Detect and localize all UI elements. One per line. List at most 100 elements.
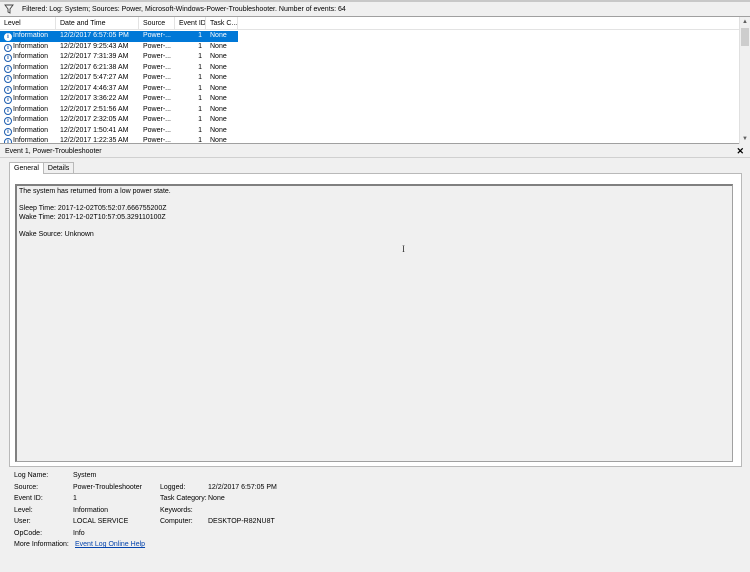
level-text: Information xyxy=(13,32,49,39)
table-row[interactable]: i Information 12/2/2017 9:25:43 AM Power-..… xyxy=(0,42,740,53)
opcode-value: Info xyxy=(73,529,85,537)
level-text: Information xyxy=(13,74,49,81)
close-icon[interactable]: ✕ xyxy=(736,145,744,158)
cell-event-id: 1 xyxy=(198,53,202,60)
information-icon: i xyxy=(4,43,12,52)
cell-event-id: 1 xyxy=(198,116,202,123)
cell-task-category: None xyxy=(210,95,227,102)
scroll-thumb[interactable] xyxy=(741,28,749,46)
cell-source: Power-... xyxy=(143,105,172,113)
cell-date-time: 12/2/2017 2:51:56 AM xyxy=(60,105,129,113)
cell-event-id: 1 xyxy=(175,31,206,42)
cell-level: i Information xyxy=(0,84,56,95)
information-icon: i xyxy=(4,138,12,143)
level-text: Information xyxy=(13,95,49,102)
cell-event-id: 1 xyxy=(198,95,202,102)
cell-level: i Information xyxy=(0,73,56,84)
cell-source: Power-... xyxy=(143,63,172,71)
text-cursor-icon: I xyxy=(402,244,405,254)
cell-event-id: 1 xyxy=(198,42,202,50)
cell-source: Power-... xyxy=(143,74,172,81)
column-header-date-time[interactable]: Date and Time xyxy=(56,17,139,29)
cell-event-id: 1 xyxy=(198,126,202,134)
scroll-down-icon[interactable]: ▼ xyxy=(740,134,750,144)
cell-date-time: 12/2/2017 6:21:38 AM xyxy=(60,63,129,71)
message-sleep-time: Sleep Time: 2017-12-02T05:52:07.66675520… xyxy=(19,205,167,212)
task-category-value: None xyxy=(208,495,225,502)
cell-date-time: 12/2/2017 9:25:43 AM xyxy=(60,42,129,50)
more-information-label: More Information: xyxy=(14,541,69,548)
cell-task-category: None xyxy=(210,116,227,123)
cell-level: i Information xyxy=(0,126,56,137)
cell-date-time: 12/2/2017 4:46:37 AM xyxy=(60,84,129,92)
information-icon: i xyxy=(4,106,12,115)
source-value: Power-Troubleshooter xyxy=(73,483,142,491)
cell-task-category: None xyxy=(210,63,227,71)
cell-source: Power-... xyxy=(143,42,172,50)
level-text: Information xyxy=(13,116,49,123)
table-row[interactable]: i Information 12/2/2017 1:22:35 AM Power-..… xyxy=(0,136,740,144)
tab-general[interactable]: General xyxy=(9,162,44,174)
level-label: Level: xyxy=(14,506,33,514)
column-header-event-id[interactable]: Event ID xyxy=(175,17,206,29)
column-header-source[interactable]: Source xyxy=(139,17,175,29)
cell-level: i Information xyxy=(0,94,56,105)
cell-task-category: None xyxy=(210,126,227,134)
message-wake-time: Wake Time: 2017-12-02T10:57:05.329110100… xyxy=(19,213,166,221)
cell-source: Power-... xyxy=(143,95,172,102)
table-row[interactable]: i Information 12/2/2017 5:47:27 AM Power-..… xyxy=(0,73,740,84)
logged-value: 12/2/2017 6:57:05 PM xyxy=(208,483,277,491)
information-icon: i xyxy=(4,64,12,73)
cell-task-category: None xyxy=(206,31,238,42)
cell-source: Power-... xyxy=(143,84,172,92)
level-text: Information xyxy=(13,42,49,50)
event-message-box[interactable]: The system has returned from a low power… xyxy=(15,184,733,462)
table-row[interactable]: i Information 12/2/2017 2:51:56 AM Power-..… xyxy=(0,105,740,116)
table-row[interactable]: i Information 12/2/2017 6:21:38 AM Power-..… xyxy=(0,63,740,74)
event-log-online-help-link[interactable]: Event Log Online Help xyxy=(75,540,145,549)
event-list-scrollbar[interactable]: ▲ ▼ xyxy=(739,17,750,144)
cell-task-category: None xyxy=(210,42,227,50)
level-text: Information xyxy=(13,105,49,113)
task-category-label: Task Category: xyxy=(160,495,207,502)
level-text: Information xyxy=(13,126,49,134)
table-row[interactable]: i Information 12/2/2017 7:31:39 AM Power-..… xyxy=(0,52,740,63)
cell-event-id: 1 xyxy=(198,84,202,92)
cell-level: i Information xyxy=(0,63,56,74)
table-row[interactable]: i Information 12/2/2017 1:50:41 AM Power-..… xyxy=(0,126,740,137)
cell-level: i Information xyxy=(0,105,56,116)
cell-level: i Information xyxy=(0,31,56,42)
cell-task-category: None xyxy=(210,105,227,113)
event-detail-title: Event 1, Power-Troubleshooter xyxy=(5,148,102,155)
event-detail-header: Event 1, Power-Troubleshooter ✕ xyxy=(0,145,750,158)
cell-task-category: None xyxy=(210,137,227,144)
cell-source: Power-... xyxy=(143,116,172,123)
table-row[interactable]: i Information 12/2/2017 3:36:22 AM Power-..… xyxy=(0,94,740,105)
information-icon: i xyxy=(4,85,12,94)
table-row[interactable]: i Information 12/2/2017 2:32:05 AM Power-..… xyxy=(0,115,740,126)
cell-date-time: 12/2/2017 5:47:27 AM xyxy=(60,74,129,81)
scroll-up-icon[interactable]: ▲ xyxy=(740,17,750,27)
table-row[interactable]: i Information 12/2/2017 4:46:37 AM Power-..… xyxy=(0,84,740,95)
table-row[interactable]: i Information 12/2/2017 6:57:05 PM Power-..… xyxy=(0,31,740,42)
level-text: Information xyxy=(13,137,49,144)
event-list[interactable]: Level Date and Time Source Event ID Task… xyxy=(0,17,750,144)
information-icon: i xyxy=(4,75,12,83)
column-header-level[interactable]: Level xyxy=(0,17,56,29)
event-list-header: Level Date and Time Source Event ID Task… xyxy=(0,17,740,30)
level-value: Information xyxy=(73,506,109,514)
cell-date-time: 12/2/2017 2:32:05 AM xyxy=(60,116,129,123)
keywords-label: Keywords: xyxy=(160,506,193,514)
cell-date-time: 12/2/2017 7:31:39 AM xyxy=(60,53,129,60)
cell-event-id: 1 xyxy=(198,63,202,71)
column-header-task-category[interactable]: Task C... xyxy=(206,17,238,29)
cell-level: i Information xyxy=(0,52,56,63)
cell-source: Power-... xyxy=(143,137,172,144)
information-icon: i xyxy=(4,127,12,136)
source-label: Source: xyxy=(14,483,39,491)
event-id-value: 1 xyxy=(73,495,77,502)
information-icon: i xyxy=(4,33,12,41)
information-icon: i xyxy=(4,54,12,62)
cell-date-time: 12/2/2017 1:22:35 AM xyxy=(60,137,129,144)
log-name-label: Log Name: xyxy=(14,472,49,479)
